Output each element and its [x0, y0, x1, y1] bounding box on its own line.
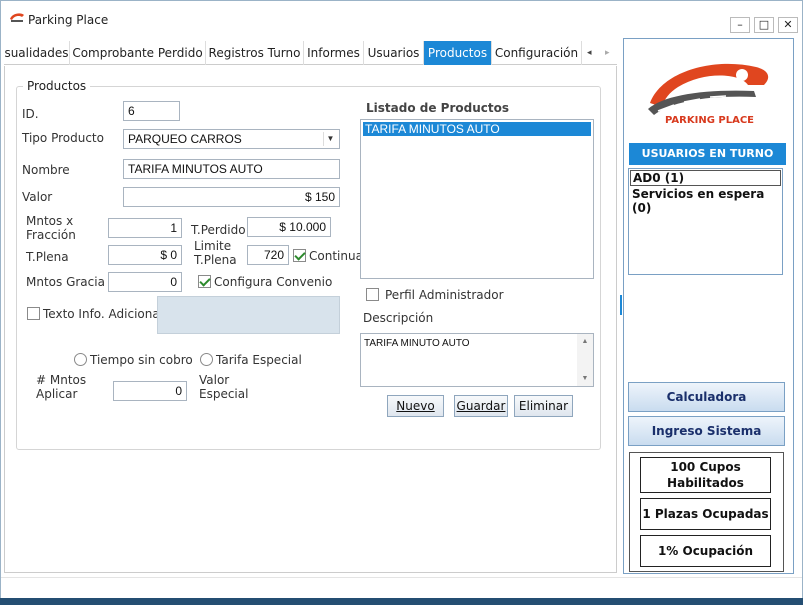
valor-field[interactable]: $ 150: [123, 187, 340, 207]
valor-label: Valor: [22, 190, 53, 204]
plazas-stat: 1 Plazas Ocupadas: [640, 498, 771, 530]
splitter-handle[interactable]: [620, 295, 622, 315]
texto-info-checkbox[interactable]: [27, 307, 40, 320]
continua-label: Continua: [309, 249, 363, 263]
continua-checkbox[interactable]: [293, 249, 306, 262]
tarifa-especial-radio[interactable]: [200, 353, 213, 366]
mntos-fraccion-label-2: Fracción: [26, 228, 76, 242]
usuarios-turno-header: USUARIOS EN TURNO: [629, 143, 786, 165]
tiempo-sin-cobro-label: Tiempo sin cobro: [90, 353, 193, 367]
mntos-gracia-field[interactable]: 0: [108, 272, 182, 292]
descripcion-textarea[interactable]: TARIFA MINUTO AUTO ▲ ▼: [360, 333, 594, 387]
ocupacion-stat: 1% Ocupación: [640, 535, 771, 567]
perfil-admin-checkbox[interactable]: [366, 288, 379, 301]
valor-especial-label: Valor: [199, 373, 230, 387]
tplena-field[interactable]: $ 0: [108, 245, 182, 265]
mntos-aplicar-label: # Mntos: [36, 373, 87, 387]
list-item[interactable]: Servicios en espera (0): [629, 187, 782, 215]
nombre-label: Nombre: [22, 163, 70, 177]
mntos-fraccion-field[interactable]: 1: [108, 218, 182, 238]
guardar-label: Guardar: [456, 399, 506, 413]
tplena-label: T.Plena: [26, 250, 69, 264]
tab-usuarios[interactable]: Usuarios: [364, 41, 424, 65]
listado-productos-title: Listado de Productos: [366, 101, 509, 115]
limite-label: Limite: [194, 239, 232, 253]
scroll-down-icon[interactable]: ▼: [577, 375, 593, 382]
guardar-button[interactable]: Guardar: [454, 395, 508, 417]
nuevo-button[interactable]: Nuevo: [387, 395, 444, 417]
perfil-admin-label: Perfil Administrador: [385, 288, 504, 302]
sidebar: PARKING PLACE USUARIOS EN TURNO AD0 (1) …: [623, 38, 794, 574]
group-title: Productos: [23, 79, 91, 93]
tab-informes[interactable]: Informes: [304, 41, 364, 65]
logo-text: PARKING PLACE: [665, 115, 754, 126]
tipo-producto-select[interactable]: PARQUEO CARROS ▼: [123, 129, 340, 149]
nuevo-label: Nuevo: [396, 399, 435, 413]
tarifa-especial-label: Tarifa Especial: [216, 353, 302, 367]
tab-scroll-right-icon[interactable]: ▸: [605, 41, 610, 65]
maximize-button[interactable]: □: [754, 17, 774, 33]
id-field[interactable]: 6: [123, 101, 180, 121]
list-item[interactable]: AD0 (1): [630, 170, 781, 186]
tipo-producto-label: Tipo Producto: [22, 131, 104, 145]
descripcion-scrollbar[interactable]: ▲ ▼: [577, 334, 593, 386]
cupos-line-2: Habilitados: [667, 476, 744, 490]
texto-info-box[interactable]: [157, 296, 340, 334]
close-button[interactable]: ✕: [778, 17, 798, 33]
tab-registros-turno[interactable]: Registros Turno: [206, 41, 304, 65]
mntos-fraccion-label: Mntos x: [26, 214, 74, 228]
minimize-button[interactable]: –: [730, 17, 750, 33]
tab-comprobante-perdido[interactable]: Comprobante Perdido: [70, 41, 206, 65]
limite-tplena-field[interactable]: 720: [247, 245, 289, 265]
status-bar: [1, 577, 802, 599]
descripcion-label: Descripción: [363, 311, 434, 325]
tab-configuracion[interactable]: Configuración: [492, 41, 582, 65]
tiempo-sin-cobro-radio[interactable]: [74, 353, 87, 366]
tab-strip: sualidades Comprobante Perdido Registros…: [4, 41, 617, 65]
title-bar: Parking Place – □ ✕: [1, 1, 802, 37]
tab-sualidades[interactable]: sualidades: [4, 41, 70, 65]
limite-label-2: T.Plena: [194, 253, 237, 267]
usuarios-turno-list[interactable]: AD0 (1) Servicios en espera (0): [628, 168, 783, 275]
listado-productos-list[interactable]: TARIFA MINUTOS AUTO: [360, 119, 594, 279]
window-title: Parking Place: [28, 13, 109, 27]
ocupacion-panel: 100 Cupos Habilitados 1 Plazas Ocupadas …: [629, 452, 784, 572]
mntos-aplicar-field[interactable]: 0: [113, 381, 187, 401]
tipo-producto-value: PARQUEO CARROS: [128, 132, 242, 146]
tab-scroll-left-icon[interactable]: ◂: [587, 41, 592, 65]
descripcion-value: TARIFA MINUTO AUTO: [364, 338, 470, 349]
configura-convenio-label: Configura Convenio: [214, 275, 333, 289]
list-item[interactable]: TARIFA MINUTOS AUTO: [363, 122, 591, 136]
chevron-down-icon[interactable]: ▼: [323, 132, 337, 146]
tperdido-label: T.Perdido: [191, 223, 246, 237]
calculadora-button[interactable]: Calculadora: [628, 382, 785, 412]
app-window: Parking Place – □ ✕ sualidades Comproban…: [0, 0, 803, 599]
cupos-line-1: 100 Cupos: [670, 460, 741, 474]
tperdido-field[interactable]: $ 10.000: [247, 217, 331, 237]
ingreso-sistema-label: Ingreso Sistema: [651, 424, 762, 438]
texto-info-label: Texto Info. Adicional: [43, 307, 164, 321]
nombre-field[interactable]: TARIFA MINUTOS AUTO: [123, 159, 340, 179]
taskbar-strip: [0, 598, 803, 605]
main-area: sualidades Comprobante Perdido Registros…: [1, 37, 802, 576]
ingreso-sistema-button[interactable]: Ingreso Sistema: [628, 416, 785, 446]
mntos-gracia-label: Mntos Gracia: [26, 275, 105, 289]
valor-especial-label-2: Especial: [199, 387, 249, 401]
scroll-up-icon[interactable]: ▲: [577, 338, 593, 345]
tab-productos[interactable]: Productos: [424, 41, 492, 65]
eliminar-button[interactable]: Eliminar: [514, 395, 573, 417]
cupos-stat: 100 Cupos Habilitados: [640, 457, 771, 493]
mntos-aplicar-label-2: Aplicar: [36, 387, 78, 401]
parking-logo-icon: [10, 13, 24, 22]
productos-panel: Productos ID. 6 Tipo Producto PARQUEO CA…: [4, 66, 617, 573]
configura-convenio-checkbox[interactable]: [198, 275, 211, 288]
id-label: ID.: [22, 107, 39, 121]
